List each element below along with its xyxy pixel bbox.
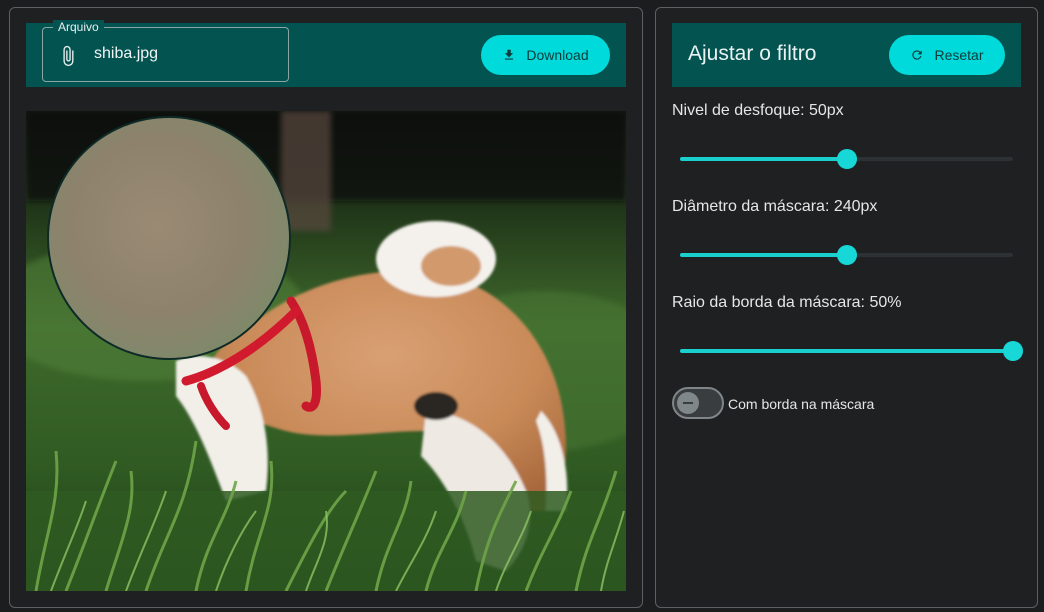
image-preview[interactable] bbox=[26, 111, 626, 591]
mask-diameter-fill bbox=[680, 253, 847, 257]
mask-border-toggle[interactable] bbox=[672, 387, 724, 419]
blur-level-fill bbox=[680, 157, 847, 161]
blur-mask[interactable] bbox=[47, 116, 291, 360]
refresh-icon bbox=[912, 50, 923, 60]
mask-radius-thumb[interactable] bbox=[1003, 341, 1023, 361]
filter-header: Ajustar o filtro Resetar bbox=[672, 23, 1021, 87]
download-button[interactable]: Download bbox=[481, 35, 610, 75]
paperclip-icon bbox=[63, 45, 74, 67]
file-toolbar: Arquivo shiba.jpg Download bbox=[26, 20, 626, 87]
download-icon bbox=[505, 49, 514, 60]
toggle-knob bbox=[677, 392, 699, 414]
file-input[interactable]: Arquivo shiba.jpg bbox=[42, 20, 289, 82]
blur-level-thumb[interactable] bbox=[836, 149, 857, 169]
mask-radius-label: Raio da borda da máscara: 50% bbox=[672, 294, 902, 311]
blur-level-label: Nivel de desfoque: 50px bbox=[672, 102, 844, 119]
file-name: shiba.jpg bbox=[94, 45, 159, 62]
shiba-photo bbox=[26, 111, 626, 591]
file-field-legend: Arquivo bbox=[53, 20, 104, 34]
mask-diameter-thumb[interactable] bbox=[836, 245, 857, 265]
mask-border-toggle-label: Com borda na máscara bbox=[728, 396, 875, 412]
filter-panel: Ajustar o filtro Resetar Nivel de desfoq… bbox=[655, 7, 1038, 608]
reset-button-label: Resetar bbox=[934, 47, 984, 63]
mask-radius-fill bbox=[680, 349, 1013, 353]
mask-diameter-slider[interactable] bbox=[680, 243, 1013, 267]
mask-radius-slider[interactable] bbox=[680, 339, 1023, 363]
download-button-label: Download bbox=[526, 47, 589, 63]
filter-title: Ajustar o filtro bbox=[688, 42, 817, 65]
image-panel: Arquivo shiba.jpg Download bbox=[9, 7, 643, 608]
blur-level-slider[interactable] bbox=[680, 147, 1013, 171]
reset-button[interactable]: Resetar bbox=[889, 35, 1005, 75]
mask-diameter-label: Diâmetro da máscara: 240px bbox=[672, 198, 878, 215]
